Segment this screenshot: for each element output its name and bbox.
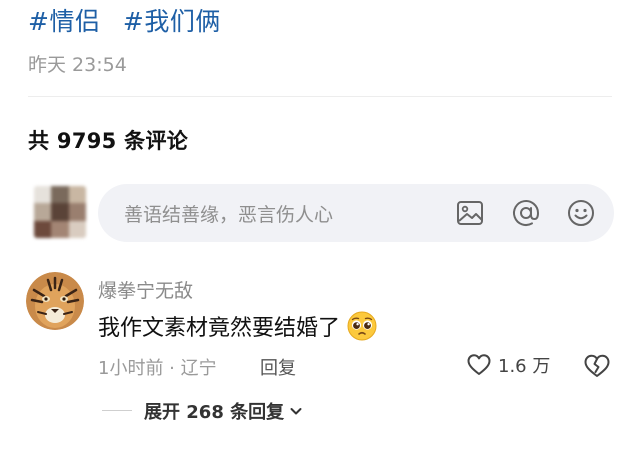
hashtag-link[interactable]: #我们俩 [123,7,221,36]
image-icon[interactable] [455,198,485,228]
comment-meta: 1小时前 · 辽宁 [98,358,217,379]
hashtag-link[interactable]: #情侣 [28,7,100,36]
comment-body: 我作文素材竟然要结婚了 [98,310,378,342]
post-hashtags: #情侣 #我们俩 [28,2,235,38]
pleading-face-emoji [347,311,377,341]
like-count: 1.6 万 [498,356,551,377]
broken-heart-icon[interactable] [583,352,611,380]
post-timestamp: 昨天 23:54 [28,54,127,76]
chevron-down-icon [290,408,302,415]
comment-input-placeholder: 善语结善缘，恶言伤人心 [124,204,334,226]
at-icon[interactable] [511,198,541,228]
emoji-icon[interactable] [566,198,596,228]
expand-replies-label: 展开 268 条回复 [144,402,285,423]
comment-count: 共 9795 条评论 [28,129,189,153]
heart-icon [467,354,491,375]
reply-button[interactable]: 回复 [260,354,296,380]
commenter-username[interactable]: 爆拳宁无敌 [98,276,193,303]
like-button[interactable]: 1.6 万 [466,352,550,378]
commenter-avatar[interactable] [26,272,84,330]
comment-input[interactable]: 善语结善缘，恶言伤人心 [98,184,614,242]
expand-replies-button[interactable]: 展开 268 条回复 [144,398,304,424]
expand-divider-line [102,410,132,411]
comment-text: 我作文素材竟然要结婚了 [98,316,341,341]
divider [28,96,612,97]
my-avatar[interactable] [34,186,86,238]
